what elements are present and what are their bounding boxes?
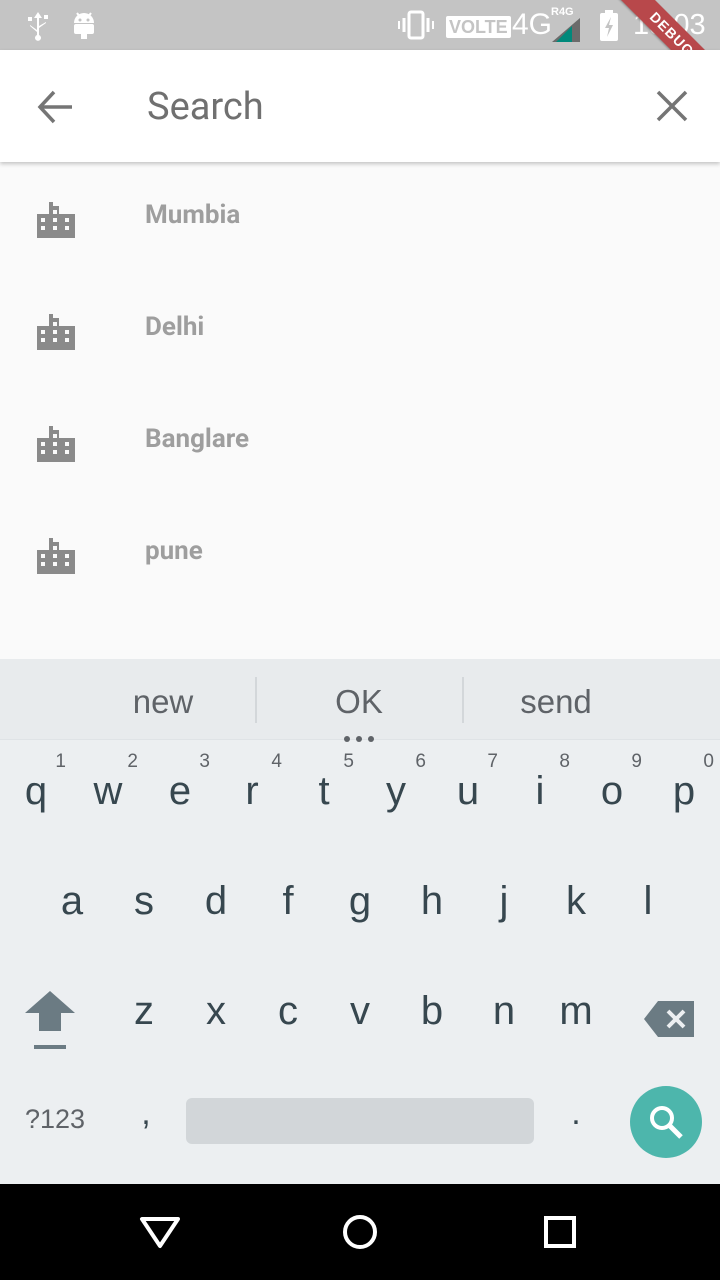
arrow-back-icon [37,90,72,124]
search-result-item[interactable]: Banglare [0,386,720,498]
key-d[interactable]: d [180,859,252,959]
nav-back-button[interactable] [135,1208,185,1258]
location-city-icon [37,426,75,462]
result-label: Mumbia [145,200,241,230]
suggestion-send[interactable]: send [456,659,656,739]
key-q[interactable]: q1 [0,749,72,849]
recents-square-icon [544,1216,576,1248]
status-bar: VOLTE 4G R4G 13:03 DEBUG [0,0,720,107]
soft-keyboard: new OK send q1 w2 e3 r4 t5 y6 u7 i8 o9 p… [0,659,720,1184]
key-v[interactable]: v [324,969,396,1069]
location-city-icon [37,538,75,574]
volte-label: VOLTE [446,16,511,38]
android-debug-icon [74,12,94,39]
key-g[interactable]: g [324,859,396,959]
comma-key[interactable]: , [110,1074,182,1174]
search-result-item[interactable]: Mumbia [0,162,720,274]
space-bar[interactable] [186,1098,534,1144]
network-sup: R4G [551,6,574,18]
back-button[interactable] [30,84,80,130]
battery-charging-icon [600,10,618,41]
backspace-icon [644,1001,694,1037]
network-type: 4G [512,8,553,41]
key-f[interactable]: f [252,859,324,959]
key-c[interactable]: c [252,969,324,1069]
more-suggestions-dots-icon[interactable] [341,727,377,746]
usb-icon [28,12,48,41]
result-label: Banglare [145,424,250,454]
key-s[interactable]: s [108,859,180,959]
search-result-item[interactable]: Delhi [0,274,720,386]
search-icon [650,1106,683,1139]
key-l[interactable]: l [612,859,684,959]
suggestion-strip: new OK send [0,659,720,742]
back-triangle-icon [140,1217,180,1248]
signal-icon [552,18,580,42]
search-input[interactable] [145,80,629,134]
key-x[interactable]: x [180,969,252,1069]
key-n[interactable]: n [468,969,540,1069]
key-u[interactable]: u7 [432,749,504,849]
key-a[interactable]: a [36,859,108,959]
result-label: pune [145,536,203,566]
shift-key[interactable] [14,969,86,1069]
suggestion-new[interactable]: new [63,659,263,739]
key-k[interactable]: k [540,859,612,959]
search-app-bar [0,50,720,162]
location-city-icon [37,202,75,238]
close-icon [656,90,688,122]
key-r[interactable]: r4 [216,749,288,849]
backspace-key[interactable] [634,969,706,1069]
key-z[interactable]: z [108,969,180,1069]
search-results-list: Mumbia Delhi Banglare pune [0,162,720,659]
search-result-item[interactable]: pune [0,498,720,610]
location-city-icon [37,314,75,350]
search-action-key[interactable] [630,1086,702,1158]
key-t[interactable]: t5 [288,749,360,849]
key-i[interactable]: i8 [504,749,576,849]
nav-home-button[interactable] [335,1208,385,1258]
vibrate-icon [398,10,434,40]
key-w[interactable]: w2 [72,749,144,849]
key-m[interactable]: m [540,969,612,1069]
key-y[interactable]: y6 [360,749,432,849]
suggestion-divider [255,677,257,723]
system-nav-bar [0,1184,720,1280]
key-h[interactable]: h [396,859,468,959]
home-circle-icon [343,1215,377,1249]
key-p[interactable]: p0 [648,749,720,849]
key-e[interactable]: e3 [144,749,216,849]
key-j[interactable]: j [468,859,540,959]
key-b[interactable]: b [396,969,468,1069]
period-key[interactable]: . [540,1074,612,1174]
clear-search-button[interactable] [650,84,694,128]
key-o[interactable]: o9 [576,749,648,849]
symbols-key[interactable]: ?123 [14,1074,96,1174]
nav-recents-button[interactable] [535,1208,585,1258]
result-label: Delhi [145,312,205,342]
shift-arrow-icon [25,991,75,1049]
